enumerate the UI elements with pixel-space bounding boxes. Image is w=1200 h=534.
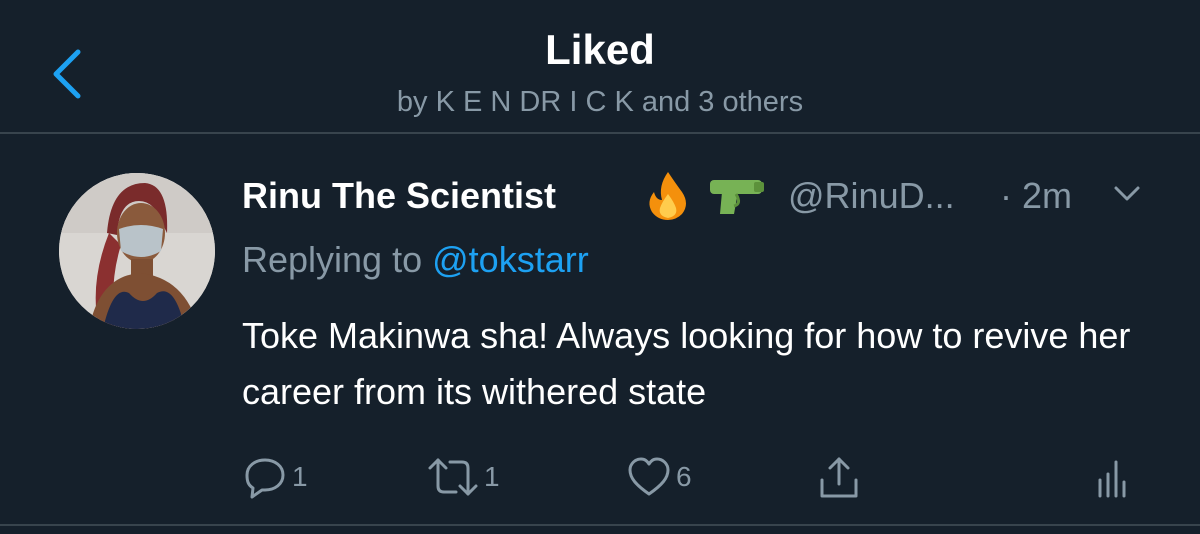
tweet-menu-button[interactable] xyxy=(1112,182,1142,206)
analytics-icon xyxy=(1098,460,1126,498)
tweet-text: Toke Makinwa sha! Always looking for how… xyxy=(242,315,1131,412)
water-pistol-emoji-icon xyxy=(708,176,766,216)
author-handle[interactable]: @RinuD... xyxy=(788,174,955,218)
tweet[interactable]: Rinu The Scientist @RinuD... · 2m Replyi… xyxy=(0,134,1200,526)
reply-button[interactable]: 1 xyxy=(242,452,308,502)
replying-to-mention[interactable]: @tokstarr xyxy=(432,239,589,280)
like-icon xyxy=(628,457,670,496)
tweet-header: Rinu The Scientist @RinuD... · 2m xyxy=(242,170,1140,220)
tweet-timestamp[interactable]: · 2m xyxy=(1000,174,1072,218)
chevron-down-icon xyxy=(1114,186,1140,201)
retweet-icon xyxy=(428,458,478,496)
share-icon xyxy=(820,457,858,498)
author-name[interactable]: Rinu The Scientist xyxy=(242,174,556,218)
avatar[interactable] xyxy=(59,173,215,329)
like-count: 6 xyxy=(676,461,692,492)
reply-count: 1 xyxy=(292,461,308,492)
fire-emoji-icon xyxy=(646,170,690,220)
retweet-count: 1 xyxy=(484,461,500,492)
share-button[interactable] xyxy=(816,452,862,502)
top-bar: Liked by K E N DR I C K and 3 others xyxy=(0,0,1200,134)
replying-to: Replying to @tokstarr xyxy=(242,238,589,282)
tweet-actions: 1 1 6 xyxy=(242,452,1142,502)
avatar-photo xyxy=(59,173,215,329)
like-button[interactable]: 6 xyxy=(626,452,692,502)
reply-icon xyxy=(245,458,285,499)
retweet-button[interactable]: 1 xyxy=(426,452,500,502)
page-title: Liked xyxy=(545,26,655,73)
replying-prefix: Replying to xyxy=(242,239,423,280)
analytics-button[interactable] xyxy=(1096,452,1126,502)
liked-by-subtitle[interactable]: by K E N DR I C K and 3 others xyxy=(0,82,1200,122)
